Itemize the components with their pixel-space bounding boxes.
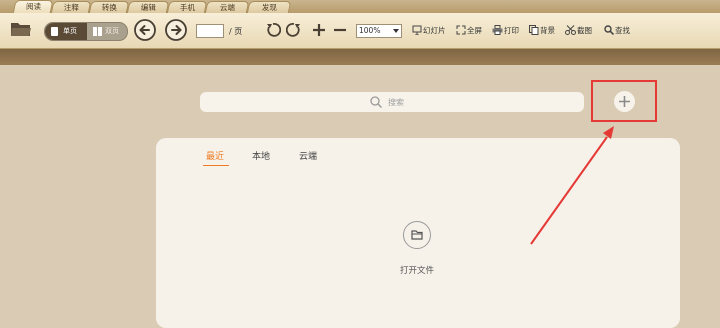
screenshot-label: 截图	[577, 26, 592, 35]
print-label: 打印	[504, 26, 519, 35]
screenshot-button[interactable]: 截图	[565, 25, 592, 37]
search-icon	[370, 96, 382, 108]
background-icon	[529, 25, 539, 35]
page-suffix-label: / 页	[229, 27, 243, 36]
open-file-button[interactable]	[403, 221, 431, 249]
toolbar-shadow-band	[0, 49, 720, 65]
add-button[interactable]	[614, 91, 635, 112]
tab-read-label: 阅读	[25, 2, 41, 11]
next-page-icon[interactable]	[165, 19, 187, 41]
page-mode-switch[interactable]: 单页 双页	[44, 22, 128, 41]
chevron-down-icon	[393, 29, 399, 33]
single-page-icon	[51, 27, 58, 36]
printer-icon	[492, 25, 503, 35]
open-folder-icon[interactable]	[10, 20, 32, 38]
fullscreen-button[interactable]: 全屏	[456, 25, 482, 37]
background-label: 背景	[540, 26, 555, 35]
zoom-out-icon[interactable]	[332, 22, 348, 38]
double-page-button[interactable]: 双页	[87, 23, 127, 40]
search-bar[interactable]: 搜索	[200, 92, 584, 112]
page-number-input[interactable]	[196, 24, 224, 38]
rotate-right-icon[interactable]	[286, 22, 302, 38]
file-panel: 最近 本地 云端 打开文件	[156, 138, 680, 328]
zoom-select[interactable]: 100%	[356, 24, 402, 38]
fullscreen-label: 全屏	[467, 26, 482, 35]
find-button[interactable]: 查找	[604, 25, 630, 37]
search-icon	[604, 25, 615, 36]
scissors-icon	[565, 25, 576, 35]
top-tab-bar: 阅读 注释 转换 编辑 手机 云端 发现	[0, 0, 720, 14]
tab-cloud-files[interactable]: 云端	[299, 149, 317, 162]
slideshow-icon	[412, 25, 422, 36]
zoom-value: 100%	[359, 26, 381, 35]
fullscreen-icon	[456, 25, 466, 35]
folder-icon	[411, 230, 423, 240]
slideshow-button[interactable]: 幻灯片	[412, 25, 446, 37]
active-tab-underline	[203, 165, 229, 166]
print-button[interactable]: 打印	[492, 25, 519, 37]
tab-read[interactable]: 阅读	[12, 0, 54, 14]
find-label: 查找	[615, 26, 630, 35]
single-page-label: 单页	[63, 27, 77, 35]
plus-icon	[619, 96, 630, 107]
previous-page-icon[interactable]	[134, 19, 156, 41]
rotate-left-icon[interactable]	[265, 22, 281, 38]
tab-local[interactable]: 本地	[252, 149, 270, 162]
double-page-label: 双页	[105, 27, 119, 35]
background-button[interactable]: 背景	[529, 25, 555, 37]
toolbar: 单页 双页 / 页 100% 幻灯片 全屏 打印 背景 截图 查找	[0, 13, 720, 49]
open-file-label: 打开文件	[400, 266, 435, 276]
search-placeholder: 搜索	[388, 98, 404, 107]
zoom-in-icon[interactable]	[311, 22, 327, 38]
slideshow-label: 幻灯片	[423, 26, 446, 35]
tab-recent[interactable]: 最近	[206, 149, 224, 162]
